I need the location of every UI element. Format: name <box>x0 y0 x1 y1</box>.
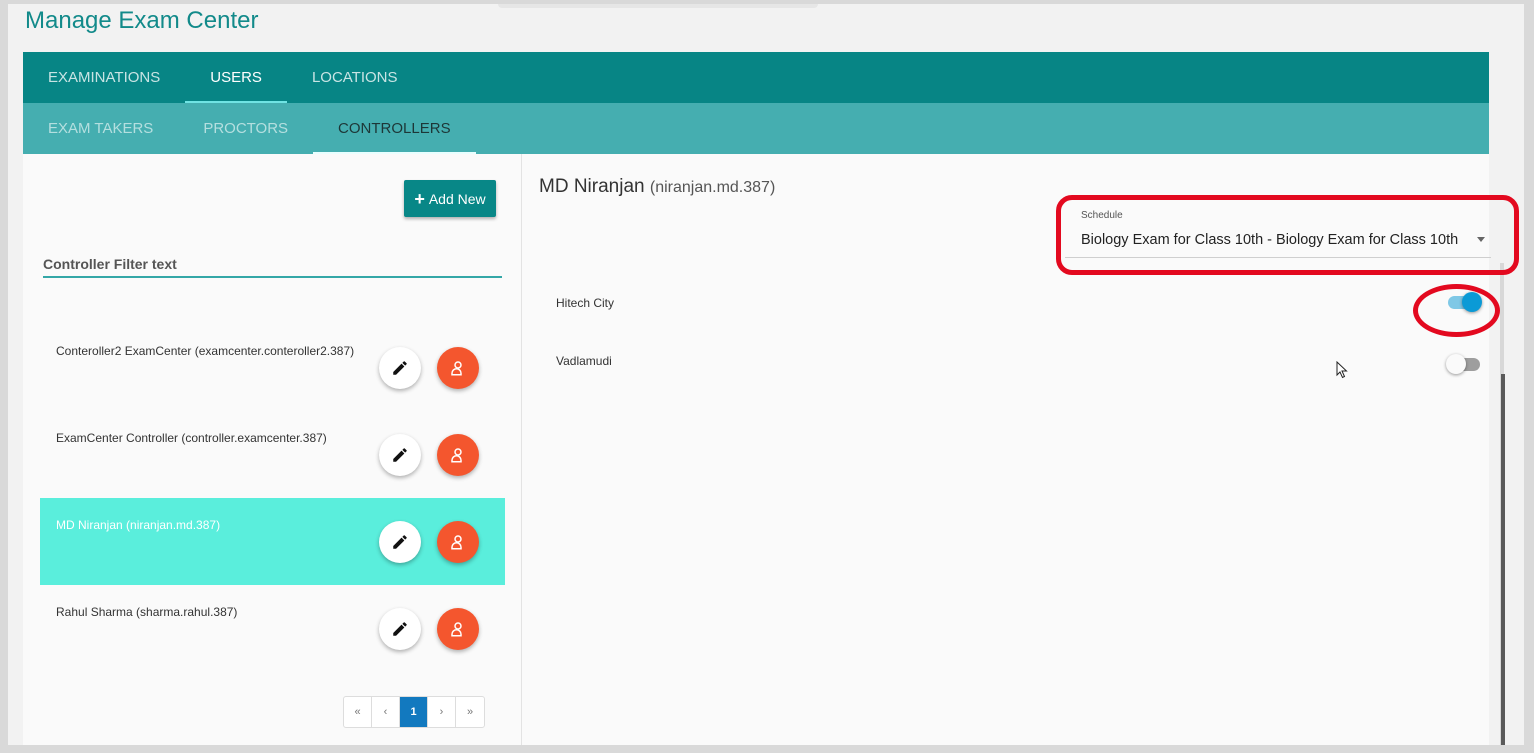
edit-button[interactable] <box>379 608 421 650</box>
page-prev-button[interactable]: ‹ <box>372 697 400 727</box>
detail-name: MD Niranjan <box>539 176 645 197</box>
controller-name: Conteroller2 ExamCenter (examcenter.cont… <box>56 344 355 358</box>
page-title: Manage Exam Center <box>25 7 259 34</box>
list-item-selected[interactable]: MD Niranjan (niranjan.md.387) <box>40 498 505 585</box>
controller-name: ExamCenter Controller (controller.examce… <box>56 431 327 445</box>
top-shadow <box>498 4 818 8</box>
person-icon <box>451 361 462 376</box>
user-button[interactable] <box>437 347 479 389</box>
plus-icon: + <box>414 188 425 209</box>
controller-detail-panel: MD Niranjan (niranjan.md.387) Schedule B… <box>522 154 1505 745</box>
person-icon <box>451 622 462 637</box>
schedule-value: Biology Exam for Class 10th - Biology Ex… <box>1081 232 1459 248</box>
pencil-icon <box>393 535 407 549</box>
add-new-label: Add New <box>428 190 486 207</box>
list-item[interactable]: Rahul Sharma (sharma.rahul.387) <box>40 585 505 672</box>
tab-locations[interactable]: LOCATIONS <box>287 52 423 103</box>
location-name: Vadlamudi <box>556 354 612 368</box>
controller-filter <box>43 252 502 278</box>
controller-name: Rahul Sharma (sharma.rahul.387) <box>56 605 238 619</box>
controller-name: MD Niranjan (niranjan.md.387) <box>56 518 221 532</box>
user-button[interactable] <box>437 608 479 650</box>
user-button[interactable] <box>437 434 479 476</box>
chevron-down-icon <box>1477 237 1485 242</box>
controller-filter-input[interactable] <box>43 252 502 276</box>
page-first-button[interactable]: « <box>344 697 372 727</box>
page-last-button[interactable]: » <box>456 697 484 727</box>
pencil-icon <box>393 622 407 636</box>
detail-title: MD Niranjan (niranjan.md.387) <box>539 176 775 198</box>
user-button[interactable] <box>437 521 479 563</box>
edit-button[interactable] <box>379 434 421 476</box>
edit-button[interactable] <box>379 347 421 389</box>
pencil-icon <box>393 448 407 462</box>
tab-controllers[interactable]: CONTROLLERS <box>313 103 476 154</box>
location-name: Hitech City <box>556 296 615 310</box>
schedule-label: Schedule <box>1081 210 1123 221</box>
pencil-icon <box>393 361 407 375</box>
location-toggle-vadlamudi[interactable] <box>1446 352 1482 374</box>
edit-button[interactable] <box>379 521 421 563</box>
location-toggle-hitech-city[interactable] <box>1446 290 1482 312</box>
tab-examinations[interactable]: EXAMINATIONS <box>23 52 185 103</box>
list-item[interactable]: ExamCenter Controller (controller.examce… <box>40 411 505 498</box>
app-frame: Manage Exam Center EXAMINATIONS USERS LO… <box>8 4 1524 745</box>
tab-exam-takers[interactable]: EXAM TAKERS <box>23 103 178 154</box>
tab-proctors[interactable]: PROCTORS <box>178 103 313 154</box>
toggle-thumb <box>1446 354 1466 374</box>
person-icon <box>451 535 462 550</box>
controller-list-panel: + Add New Conteroller2 ExamCenter (examc… <box>23 154 522 745</box>
page-next-button[interactable]: › <box>428 697 456 727</box>
main-tabs: EXAMINATIONS USERS LOCATIONS <box>23 52 1489 103</box>
location-row-hitech-city: Hitech City <box>542 292 1482 326</box>
sub-tabs: EXAM TAKERS PROCTORS CONTROLLERS <box>23 103 1489 154</box>
add-new-button[interactable]: + Add New <box>404 180 496 217</box>
page-current-button[interactable]: 1 <box>400 697 428 727</box>
detail-username: (niranjan.md.387) <box>649 179 776 196</box>
list-item[interactable]: Conteroller2 ExamCenter (examcenter.cont… <box>40 324 505 411</box>
scrollbar-thumb[interactable] <box>1501 374 1505 745</box>
pagination: « ‹ 1 › » <box>343 696 485 728</box>
schedule-select[interactable]: Schedule Biology Exam for Class 10th - B… <box>1065 208 1491 258</box>
person-icon <box>451 448 462 463</box>
tab-users[interactable]: USERS <box>185 52 287 103</box>
controller-list: Conteroller2 ExamCenter (examcenter.cont… <box>40 324 505 672</box>
location-row-vadlamudi: Vadlamudi <box>542 354 1480 384</box>
toggle-thumb <box>1462 292 1482 312</box>
